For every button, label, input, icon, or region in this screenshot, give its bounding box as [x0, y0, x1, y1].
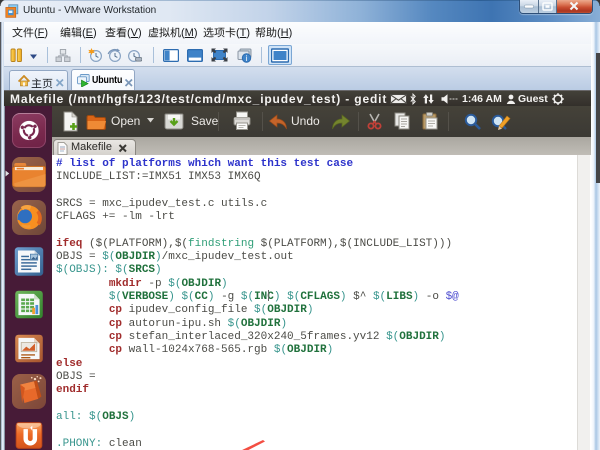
- svg-text:i: i: [246, 54, 248, 63]
